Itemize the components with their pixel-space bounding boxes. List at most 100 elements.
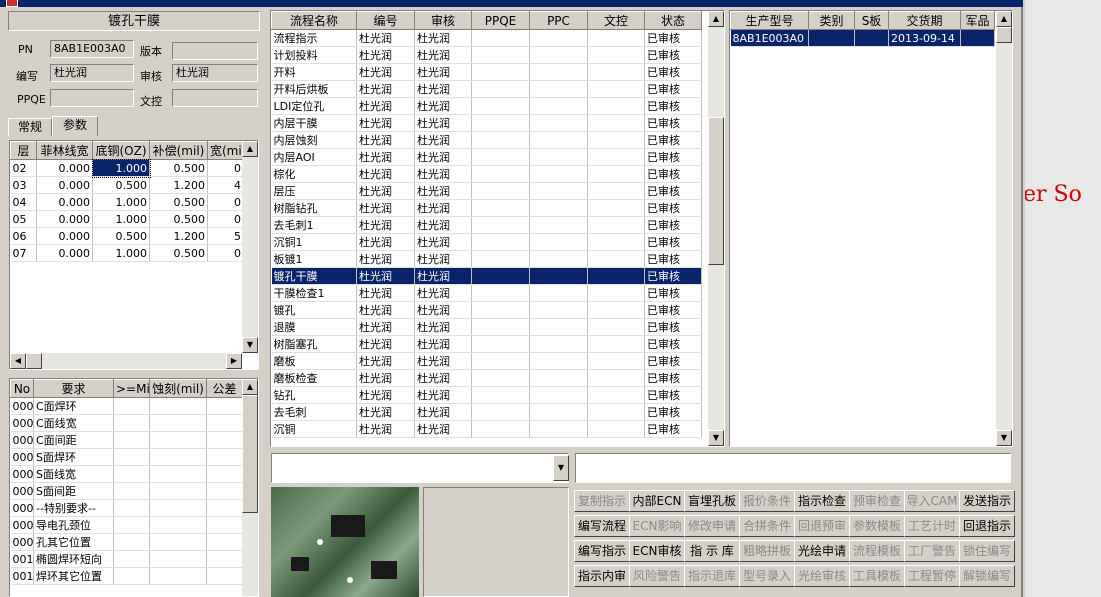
process-cell[interactable] (587, 46, 645, 64)
process-header[interactable]: 状态 (644, 11, 702, 30)
req-cell[interactable]: S面间距 (33, 482, 114, 500)
process-cell[interactable]: 杜光润 (414, 165, 472, 183)
table-row[interactable]: 棕化 杜光润 杜光润 已审核 (271, 165, 702, 183)
process-cell[interactable] (529, 165, 588, 183)
table-row[interactable]: 内层AOI 杜光润 杜光润 已审核 (271, 148, 702, 166)
param-cell[interactable]: 0.000 (36, 210, 93, 228)
action-button[interactable]: 工程暂停 (904, 565, 960, 587)
param-cell[interactable]: 06 (10, 227, 37, 245)
vscroll-thumb[interactable] (708, 117, 724, 265)
action-button[interactable]: 编写流程 (574, 515, 630, 537)
process-cell[interactable]: 杜光润 (414, 131, 472, 149)
req-cell[interactable] (113, 499, 150, 517)
param-cell[interactable]: 0.500 (92, 176, 150, 194)
table-row[interactable]: 000 孔其它位置 (10, 533, 243, 551)
process-cell[interactable]: 树脂钻孔 (271, 199, 357, 217)
process-cell[interactable]: 杜光润 (356, 114, 415, 132)
process-cell[interactable] (529, 352, 588, 370)
process-cell[interactable]: 已审核 (644, 318, 702, 336)
param-cell[interactable]: 05 (10, 210, 37, 228)
product-header[interactable]: 生产型号 (730, 11, 809, 30)
process-cell[interactable]: 内层蚀刻 (271, 131, 357, 149)
scroll-right-icon[interactable]: ▶ (226, 353, 242, 369)
req-cell[interactable]: 000 (10, 431, 34, 449)
param-cell[interactable]: 1.200 (149, 176, 208, 194)
process-cell[interactable] (471, 335, 530, 353)
table-row[interactable]: 树脂钻孔 杜光润 杜光润 已审核 (271, 199, 702, 217)
process-cell[interactable] (529, 114, 588, 132)
process-cell[interactable]: 已审核 (644, 148, 702, 166)
process-cell[interactable] (529, 284, 588, 302)
vscroll-thumb[interactable] (996, 27, 1012, 43)
process-cell[interactable]: 杜光润 (356, 63, 415, 81)
scroll-down-icon[interactable]: ▼ (708, 430, 724, 446)
process-vscroll[interactable]: ▲ ▼ (708, 11, 724, 446)
param-header[interactable]: 底铜(OZ) (92, 141, 150, 160)
process-cell[interactable] (529, 250, 588, 268)
process-cell[interactable]: 杜光润 (414, 233, 472, 251)
req-cell[interactable] (113, 397, 150, 415)
req-cell[interactable] (206, 465, 243, 483)
param-header[interactable]: 补偿(mil) (149, 141, 208, 160)
process-cell[interactable]: 杜光润 (356, 301, 415, 319)
table-row[interactable]: 000 C面焊环 (10, 397, 243, 415)
process-cell[interactable]: 开料后烘板 (271, 80, 357, 98)
process-cell[interactable]: 杜光润 (356, 284, 415, 302)
req-header[interactable]: 蚀刻(mil) (149, 379, 207, 398)
table-row[interactable]: 内层蚀刻 杜光润 杜光润 已审核 (271, 131, 702, 149)
req-cell[interactable] (113, 516, 150, 534)
req-cell[interactable] (206, 431, 243, 449)
param-cell[interactable]: 04 (10, 193, 37, 211)
scroll-up-icon[interactable]: ▲ (708, 11, 724, 27)
process-cell[interactable] (587, 267, 645, 285)
param-cell[interactable]: 1.000 (92, 210, 150, 228)
param-cell[interactable]: 0.000 (36, 176, 93, 194)
process-cell[interactable]: 已审核 (644, 80, 702, 98)
param-header[interactable]: 菲林线宽 (36, 141, 93, 160)
table-row[interactable]: 07 0.000 1.000 0.500 0 (10, 244, 244, 262)
param-cell[interactable]: 0 (207, 193, 244, 211)
req-cell[interactable]: S面焊环 (33, 448, 114, 466)
table-row[interactable]: 8AB1E003A0 2013-09-14 (730, 29, 995, 47)
process-cell[interactable]: 磨板检查 (271, 369, 357, 387)
table-row[interactable]: 沉铜1 杜光润 杜光润 已审核 (271, 233, 702, 251)
process-header[interactable]: PPQE (471, 11, 530, 30)
process-cell[interactable] (471, 403, 530, 421)
process-cell[interactable]: 退膜 (271, 318, 357, 336)
action-button[interactable]: 回退预审 (794, 515, 850, 537)
process-cell[interactable]: 杜光润 (414, 63, 472, 81)
tab-params[interactable]: 参数 (52, 116, 98, 136)
table-row[interactable]: 000 S面间距 (10, 482, 243, 500)
req-cell[interactable]: --特别要求-- (33, 499, 114, 517)
process-header[interactable]: 编号 (356, 11, 415, 30)
process-cell[interactable]: 杜光润 (356, 97, 415, 115)
action-button[interactable]: 流程模板 (849, 540, 905, 562)
req-cell[interactable] (113, 567, 150, 585)
process-cell[interactable]: 去毛刺 (271, 403, 357, 421)
process-cell[interactable] (471, 148, 530, 166)
process-cell[interactable] (529, 148, 588, 166)
process-cell[interactable]: 内层干膜 (271, 114, 357, 132)
process-cell[interactable] (529, 403, 588, 421)
process-cell[interactable] (587, 148, 645, 166)
param-cell[interactable]: 1.000 (91, 158, 151, 178)
req-cell[interactable]: 000 (10, 397, 34, 415)
process-cell[interactable]: 杜光润 (414, 301, 472, 319)
process-cell[interactable]: 已审核 (644, 114, 702, 132)
process-cell[interactable]: 已审核 (644, 29, 702, 47)
process-cell[interactable] (587, 284, 645, 302)
process-cell[interactable]: 杜光润 (356, 233, 415, 251)
process-cell[interactable] (587, 199, 645, 217)
req-cell[interactable] (113, 431, 150, 449)
process-cell[interactable] (587, 250, 645, 268)
scroll-up-icon[interactable]: ▲ (242, 379, 258, 395)
param-hscroll[interactable]: ◀ ▶ (10, 353, 242, 369)
process-cell[interactable] (587, 182, 645, 200)
process-cell[interactable] (529, 420, 588, 438)
table-row[interactable]: 沉铜 杜光润 杜光润 已审核 (271, 420, 702, 438)
product-header[interactable]: 交货期 (888, 11, 961, 30)
param-cell[interactable]: 0.500 (149, 210, 208, 228)
process-cell[interactable] (471, 63, 530, 81)
process-cell[interactable] (529, 369, 588, 387)
process-grid[interactable]: 流程名称 编号 审核 PPQE PPC 文控 状态 流程指示 杜光润 杜光润 已审核计… (270, 10, 725, 447)
